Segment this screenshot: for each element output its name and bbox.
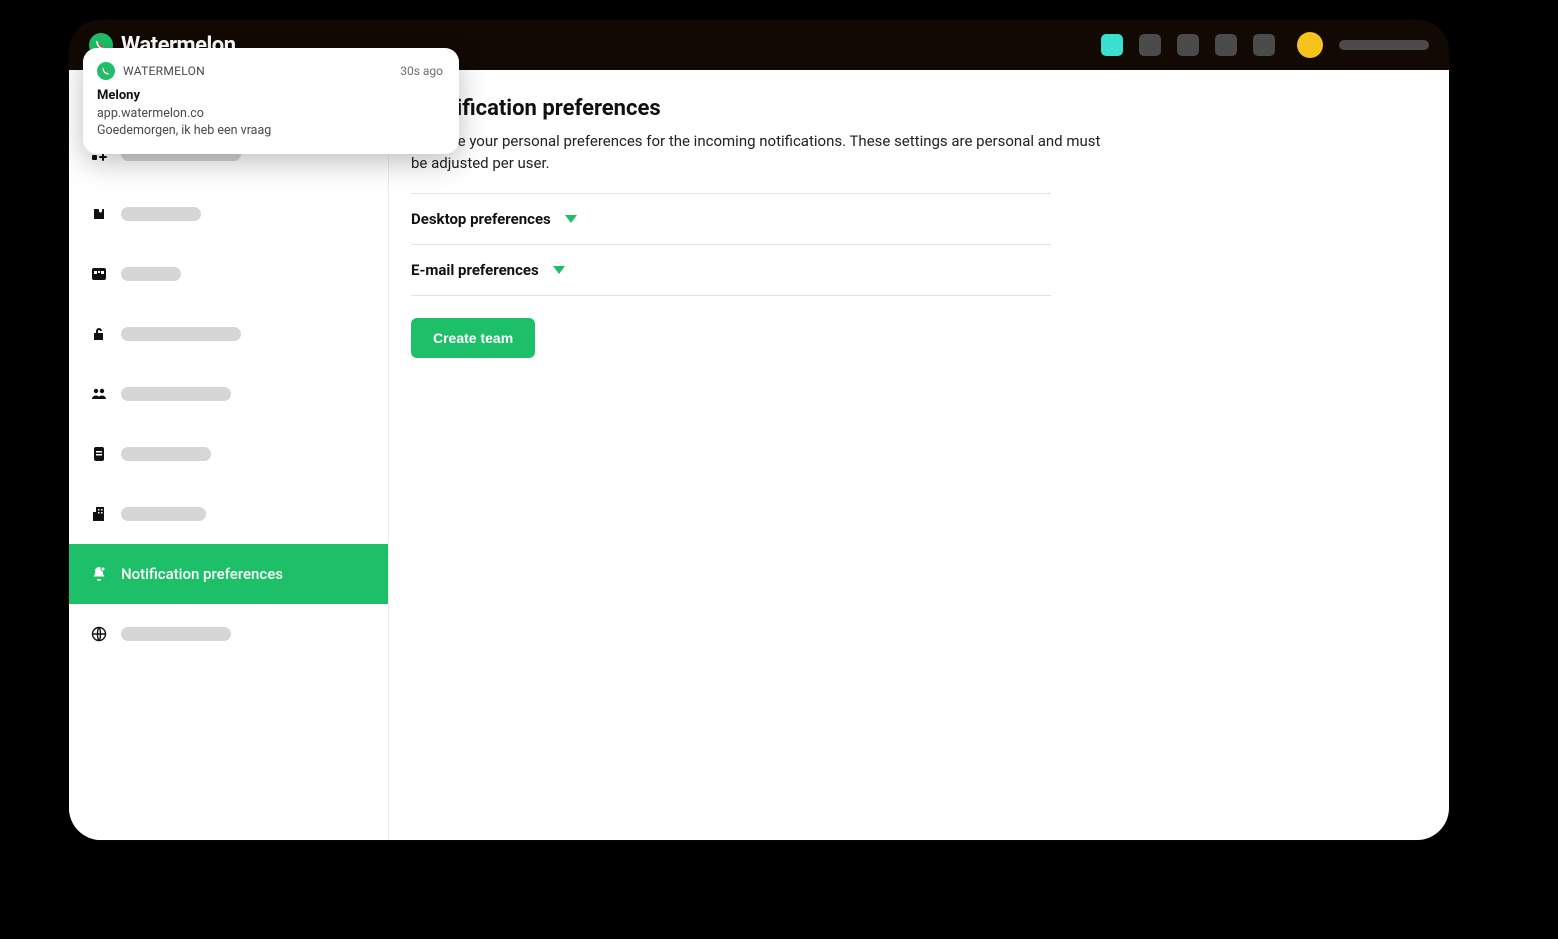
puzzle-icon [91,206,107,222]
toast-title: Melony [97,88,443,103]
app-body: Notification preferences Notification pr… [69,70,1449,840]
section-label: E-mail preferences [411,261,539,279]
toast-timestamp: 30s ago [400,64,443,78]
create-team-button[interactable]: Create team [411,318,535,358]
topbar-action-4[interactable] [1215,34,1237,56]
topbar-action-1[interactable] [1101,34,1123,56]
chevron-down-icon [553,266,565,274]
sidebar-item-label: Notification preferences [121,565,283,583]
sidebar: Notification preferences [69,70,389,840]
main-header: Notification preferences Set here your p… [411,94,1423,175]
globe-icon [91,626,107,642]
desktop-notification-toast[interactable]: WATERMELON 30s ago Melony app.watermelon… [83,48,459,154]
sidebar-item-label-placeholder [121,327,241,341]
section-desktop-preferences[interactable]: Desktop preferences [411,193,1051,244]
topbar-action-3[interactable] [1177,34,1199,56]
sidebar-item-label-placeholder [121,387,231,401]
sidebar-item-label-placeholder [121,207,201,221]
bell-icon [91,566,107,582]
main-content: Notification preferences Set here your p… [389,70,1449,840]
username-placeholder [1339,40,1429,50]
topbar-action-5[interactable] [1253,34,1275,56]
document-icon [91,446,107,462]
toast-header: WATERMELON 30s ago [97,62,443,80]
sidebar-item-5[interactable] [69,364,388,424]
toast-domain: app.watermelon.co [97,106,443,123]
preference-sections: Desktop preferences E-mail preferences [411,193,1051,296]
page-title: Notification preferences [373,96,1111,121]
sidebar-item-label-placeholder [121,447,211,461]
sidebar-item-label-placeholder [121,507,206,521]
users-icon [91,386,107,402]
building-icon [91,506,107,522]
sidebar-item-7[interactable] [69,484,388,544]
toast-appname: WATERMELON [123,64,205,78]
sidebar-item-notification-preferences[interactable]: Notification preferences [69,544,388,604]
topbar-actions [1101,32,1429,58]
sidebar-item-4[interactable] [69,304,388,364]
chevron-down-icon [565,215,577,223]
page-description: Set here your personal preferences for t… [411,131,1111,175]
sidebar-item-label-placeholder [121,627,231,641]
topbar-action-2[interactable] [1139,34,1161,56]
watermelon-logo-icon [97,62,115,80]
app-frame: Watermelon [69,20,1449,840]
widget-icon [91,266,107,282]
section-label: Desktop preferences [411,210,551,228]
toast-message: Goedemorgen, ik heb een vraag [97,123,443,140]
sidebar-item-8[interactable] [69,604,388,664]
sidebar-item-2[interactable] [69,184,388,244]
sidebar-item-6[interactable] [69,424,388,484]
unlock-icon [91,326,107,342]
sidebar-item-3[interactable] [69,244,388,304]
avatar[interactable] [1297,32,1323,58]
sidebar-item-label-placeholder [121,267,181,281]
section-email-preferences[interactable]: E-mail preferences [411,244,1051,296]
